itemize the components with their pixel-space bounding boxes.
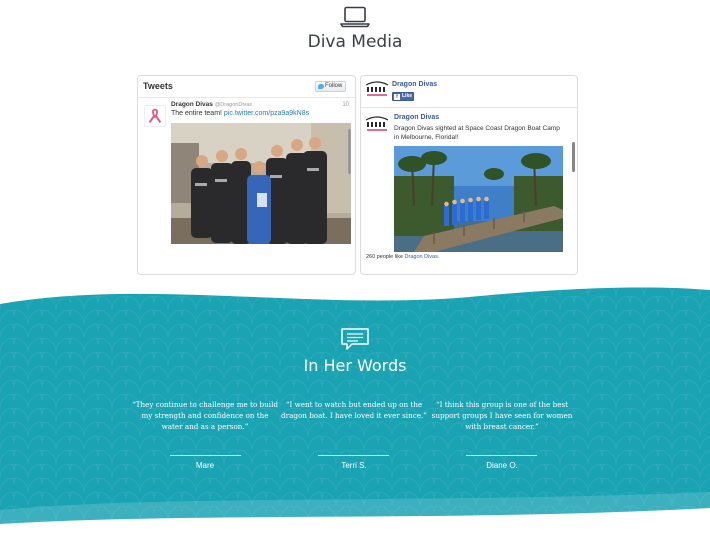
tweet-avatar[interactable] xyxy=(144,105,166,127)
twitter-widget-header: Tweets Follow xyxy=(138,76,355,98)
tweet-author-name[interactable]: Dragon Divas xyxy=(171,101,213,108)
facebook-likes-count: 260 people like Dragon Divas. xyxy=(366,254,439,260)
twitter-scrollbar[interactable] xyxy=(348,129,351,174)
facebook-post-text: Dragon Divas sighted at Space Coast Drag… xyxy=(394,125,560,141)
follow-label: Follow xyxy=(325,83,343,89)
facebook-scrollbar[interactable] xyxy=(572,142,575,172)
tweet-author[interactable]: Dragon Divas @DragonDivas xyxy=(171,101,252,108)
tweet-team-photo[interactable] xyxy=(171,123,351,244)
tweet-text: The entire team! pic.twitter.com/pza9a9k… xyxy=(171,110,309,117)
testimonials-section: In Her Words “They continue to challenge… xyxy=(0,282,710,537)
tweet-text-body: The entire team! xyxy=(171,110,222,117)
testimonial-quote: “I think this group is one of the best s… xyxy=(431,400,573,431)
quote-divider xyxy=(318,455,389,456)
tweet-author-handle[interactable]: @DragonDivas xyxy=(215,102,252,108)
facebook-post-author[interactable]: Dragon Divas xyxy=(394,114,439,121)
testimonial-author: Mare xyxy=(195,461,215,470)
tweet-photo-link[interactable]: pic.twitter.com/pza9a9kN8s xyxy=(224,110,309,117)
twitter-follow-button[interactable]: Follow xyxy=(315,81,346,92)
testimonial-quote: “I went to watch but ended up on the dra… xyxy=(281,400,427,420)
facebook-page-name[interactable]: Dragon Divas xyxy=(392,81,437,88)
facebook-like-button[interactable]: f Like xyxy=(392,92,414,101)
twitter-bird-icon xyxy=(318,84,324,89)
facebook-page-avatar[interactable] xyxy=(364,79,390,99)
facebook-post-photo[interactable] xyxy=(394,146,563,252)
facebook-page-widget[interactable]: Dragon Divas f Like Dragon Divas Dragon D… xyxy=(360,75,578,275)
likes-count-text: 260 people like xyxy=(366,254,404,260)
quote-divider xyxy=(466,455,537,456)
like-label: Like xyxy=(402,93,413,99)
facebook-post-avatar[interactable] xyxy=(364,114,390,134)
tweets-heading: Tweets xyxy=(143,81,173,91)
quote-divider xyxy=(170,455,241,456)
testimonial-quote: “They continue to challenge me to build … xyxy=(131,400,278,431)
tweet[interactable]: Dragon Divas @DragonDivas 10 The entire … xyxy=(138,99,355,274)
facebook-page-link[interactable]: Dragon Divas. xyxy=(405,254,440,260)
page: Diva Media Tweets Follow Dragon Divas @D… xyxy=(0,0,710,537)
testimonial-author: Diane O. xyxy=(486,461,518,470)
facebook-post[interactable]: Dragon Divas Dragon Divas sighted at Spa… xyxy=(361,109,577,254)
section-title: Diva Media xyxy=(307,32,403,52)
twitter-timeline-widget[interactable]: Tweets Follow Dragon Divas @DragonDivas … xyxy=(137,75,356,275)
testimonials-title: In Her Words xyxy=(303,356,407,375)
speech-bubble-icon xyxy=(341,328,369,350)
facebook-widget-header: Dragon Divas f Like xyxy=(361,76,577,108)
testimonial-author: Terri S. xyxy=(341,461,367,470)
facebook-f-icon: f xyxy=(394,94,400,100)
tweet-timestamp[interactable]: 10 xyxy=(342,102,349,108)
laptop-icon xyxy=(340,6,370,28)
